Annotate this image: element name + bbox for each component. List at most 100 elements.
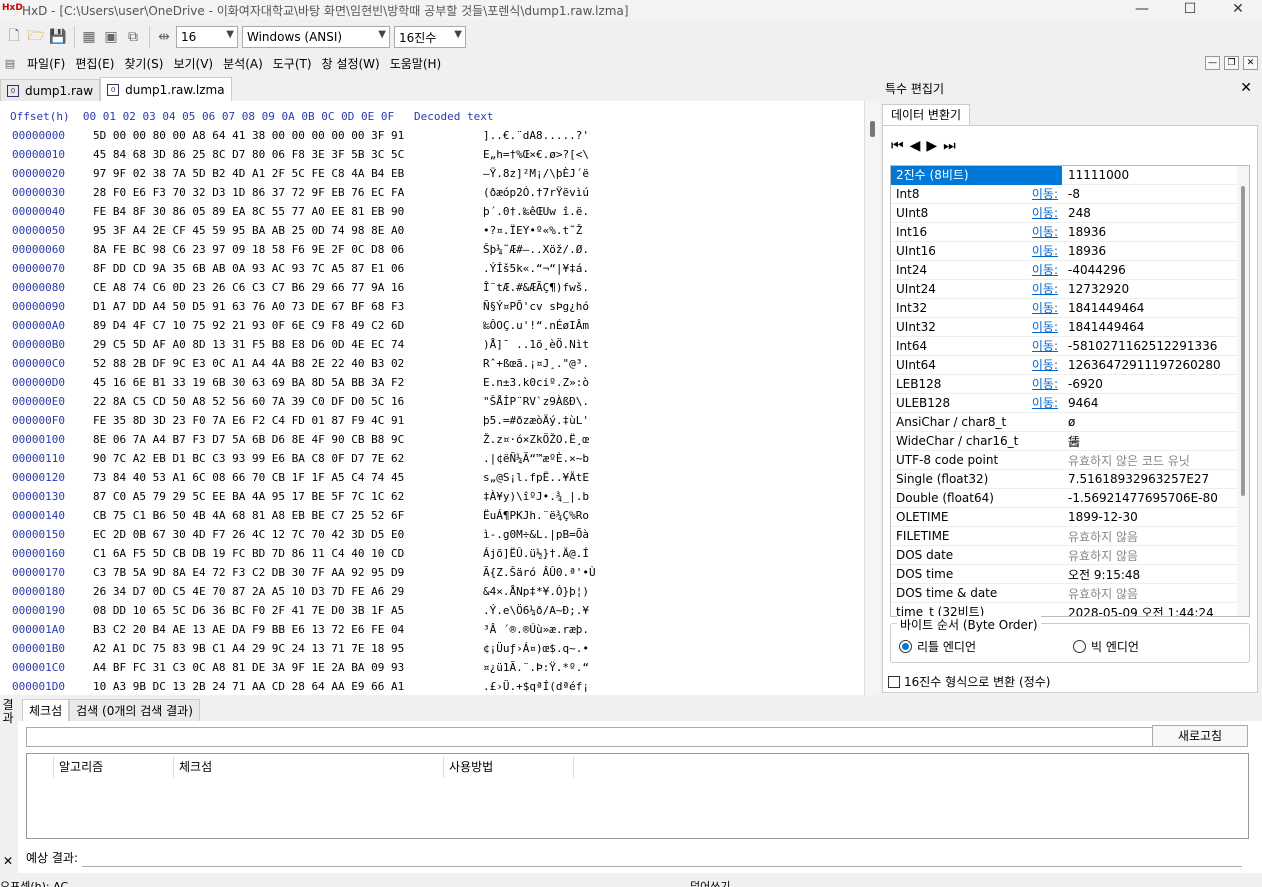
inspector-value[interactable]: 유효하지 않음 xyxy=(1062,528,1249,545)
inspector-row[interactable]: UInt24 이동: 12732920 xyxy=(891,280,1249,299)
inspector-value[interactable]: -8 xyxy=(1062,187,1249,201)
row-bytes[interactable]: C3 7B 5A 9D 8A E4 72 F3 C2 DB 30 7F AA 9… xyxy=(93,563,483,582)
row-decoded-text[interactable]: Ã{Z.Šäró ÂÛ0.ª'•Ù xyxy=(483,563,596,582)
hex-row[interactable]: 00000000 5D 00 00 80 00 A8 64 41 38 00 00… xyxy=(12,126,589,145)
inspector-value[interactable]: 18936 xyxy=(1062,225,1249,239)
goto-link[interactable]: 이동: xyxy=(1032,394,1058,413)
menu-file[interactable]: 파일(F) xyxy=(22,55,70,72)
inspector-row[interactable]: time_t (32비트) 2028-05-09 오전 1:44:24 xyxy=(891,603,1249,617)
row-bytes[interactable]: 8F DD CD 9A 35 6B AB 0A 93 AC 93 7C A5 8… xyxy=(93,259,483,278)
hex-row[interactable]: 000000E0 22 8A C5 CD 50 A8 52 56 60 7A 39… xyxy=(12,392,589,411)
inspector-value[interactable]: 18936 xyxy=(1062,244,1249,258)
row-decoded-text[interactable]: —Ÿ.8z]²M¡/\þÈJ´ë xyxy=(483,164,589,183)
inspector-value[interactable]: -1.56921477695706E-80 xyxy=(1062,491,1249,505)
inspector-scrollbar[interactable] xyxy=(1237,166,1249,616)
hex-row[interactable]: 00000010 45 84 68 3D 86 25 8C D7 80 06 F8… xyxy=(12,145,589,164)
inspector-value[interactable]: 12732920 xyxy=(1062,282,1249,296)
row-bytes[interactable]: 22 8A C5 CD 50 A8 52 56 60 7A 39 C0 DF D… xyxy=(93,392,483,411)
column-header-checksum[interactable]: 체크섬 xyxy=(179,758,212,775)
ram-editor-icon[interactable]: ▦ xyxy=(79,27,99,47)
row-bytes[interactable]: B3 C2 20 B4 AE 13 AE DA F9 BB E6 13 72 E… xyxy=(93,620,483,639)
hex-row[interactable]: 00000050 95 3F A4 2E CF 45 59 95 BA AB 25… xyxy=(12,221,589,240)
row-decoded-text[interactable]: .£›Ü.+$qªÍ(dªéf¡ xyxy=(483,677,589,695)
inspector-value[interactable]: 7.51618932963257E27 xyxy=(1062,472,1249,486)
inspector-row[interactable]: AnsiChar / char8_t ø xyxy=(891,413,1249,432)
row-decoded-text[interactable]: .Ý.e\Ö6¼ð/A~Ð;.¥ xyxy=(483,601,589,620)
row-decoded-text[interactable]: .|¢ëÑ¼Ã“™æºÈ.×~b xyxy=(483,449,589,468)
goto-link[interactable]: 이동: xyxy=(1032,375,1058,394)
row-decoded-text[interactable]: "ŠÅÍP¨RV`z9ÀßÐ\. xyxy=(483,392,589,411)
hex-row[interactable]: 00000130 87 C0 A5 79 29 5C EE BA 4A 95 17… xyxy=(12,487,589,506)
inspector-value[interactable]: 2028-05-09 오전 1:44:24 xyxy=(1062,604,1249,617)
goto-link[interactable]: 이동: xyxy=(1032,185,1058,204)
little-endian-radio[interactable]: 리틀 엔디언 xyxy=(899,638,976,655)
hex-row[interactable]: 00000060 8A FE BC 98 C6 23 97 09 18 58 F6… xyxy=(12,240,589,259)
row-decoded-text[interactable]: ]..€.¨dA8.....?' xyxy=(483,126,589,145)
inspector-row[interactable]: Int8 이동: -8 xyxy=(891,185,1249,204)
row-bytes[interactable]: D1 A7 DD A4 50 D5 91 63 76 A0 73 DE 67 B… xyxy=(93,297,483,316)
row-bytes[interactable]: 8E 06 7A A4 B7 F3 D7 5A 6B D6 8E 4F 90 C… xyxy=(93,430,483,449)
inspector-row[interactable]: DOS time 오전 9:15:48 xyxy=(891,565,1249,584)
row-decoded-text[interactable]: þ5.=#ðzæòÄý.‡ùL' xyxy=(483,411,589,430)
row-decoded-text[interactable]: Ž.z¤·ó×ZkÖŽO.Ë¸œ xyxy=(483,430,589,449)
inspector-value[interactable]: 오전 9:15:48 xyxy=(1062,566,1249,583)
hex-scrollbar[interactable] xyxy=(864,101,880,695)
inspector-row[interactable]: UInt32 이동: 1841449464 xyxy=(891,318,1249,337)
new-file-icon[interactable]: 🗋 xyxy=(4,27,24,47)
goto-link[interactable]: 이동: xyxy=(1032,242,1058,261)
row-bytes[interactable]: 5D 00 00 80 00 A8 64 41 38 00 00 00 00 0… xyxy=(93,126,483,145)
row-decoded-text[interactable]: E.n±3.k0ciº.Z»:ò xyxy=(483,373,589,392)
hex-row[interactable]: 00000140 CB 75 C1 B6 50 4B 4A 68 81 A8 EB… xyxy=(12,506,589,525)
hex-row[interactable]: 00000150 EC 2D 0B 67 30 4D F7 26 4C 12 7C… xyxy=(12,525,589,544)
row-bytes[interactable]: 08 DD 10 65 5C D6 36 BC F0 2F 41 7E D0 3… xyxy=(93,601,483,620)
inspector-value[interactable]: -5810271162512291336 xyxy=(1062,339,1249,353)
tab-search-results[interactable]: 검색 (0개의 검색 결과) xyxy=(69,699,200,721)
row-bytes[interactable]: 87 C0 A5 79 29 5C EE BA 4A 95 17 BE 5F 7… xyxy=(93,487,483,506)
first-icon[interactable]: ⏮ xyxy=(891,138,904,154)
column-header-usage[interactable]: 사용방법 xyxy=(449,758,493,775)
inspector-row[interactable]: ULEB128 이동: 9464 xyxy=(891,394,1249,413)
menu-edit[interactable]: 편집(E) xyxy=(70,55,119,72)
row-bytes[interactable]: FE 35 8D 3D 23 F0 7A E6 F2 C4 FD 01 87 F… xyxy=(93,411,483,430)
row-decoded-text[interactable]: ì-.g0M÷&L.|pB=Õà xyxy=(483,525,589,544)
inspector-value[interactable]: 1841449464 xyxy=(1062,320,1249,334)
bytes-per-row-select[interactable]: 16 ▼ xyxy=(176,26,238,48)
row-decoded-text[interactable]: s„@S¡l.fpË..¥ÄtE xyxy=(483,468,589,487)
previous-icon[interactable]: ◀ xyxy=(910,138,921,154)
hex-row[interactable]: 000000B0 29 C5 5D AF A0 8D 13 31 F5 B8 E8… xyxy=(12,335,589,354)
doc-close-button[interactable]: ✕ xyxy=(1243,56,1258,70)
menu-help[interactable]: 도움말(H) xyxy=(385,55,447,72)
hex-row[interactable]: 00000030 28 F0 E6 F3 70 32 D3 1D 86 37 72… xyxy=(12,183,589,202)
hex-row[interactable]: 00000110 90 7C A2 EB D1 BC C3 93 99 E6 BA… xyxy=(12,449,589,468)
row-bytes[interactable]: 52 88 2B DF 9C E3 0C A1 A4 4A B8 2E 22 4… xyxy=(93,354,483,373)
row-bytes[interactable]: C1 6A F5 5D CB DB 19 FC BD 7D 86 11 C4 4… xyxy=(93,544,483,563)
row-bytes[interactable]: FE B4 8F 30 86 05 89 EA 8C 55 77 A0 EE 8… xyxy=(93,202,483,221)
hex-row[interactable]: 000001D0 10 A3 9B DC 13 2B 24 71 AA CD 28… xyxy=(12,677,589,695)
row-bytes[interactable]: 73 84 40 53 A1 6C 08 66 70 CB 1F 1F A5 C… xyxy=(93,468,483,487)
row-bytes[interactable]: 89 D4 4F C7 10 75 92 21 93 0F 6E C9 F8 4… xyxy=(93,316,483,335)
offset-base-select[interactable]: 16진수 ▼ xyxy=(394,26,466,48)
row-decoded-text[interactable]: ‡À¥y)\îºJ•.¾_|.b xyxy=(483,487,589,506)
inspector-row[interactable]: WideChar / char16_t 䣸 xyxy=(891,432,1249,451)
row-decoded-text[interactable]: E„h=†%Œ×€.ø>?[<\ xyxy=(483,145,589,164)
goto-link[interactable]: 이동: xyxy=(1032,337,1058,356)
inspector-row[interactable]: OLETIME 1899-12-30 xyxy=(891,508,1249,527)
inspector-row[interactable]: UInt8 이동: 248 xyxy=(891,204,1249,223)
tab-dump1-raw-lzma[interactable]: 0 dump1.raw.lzma xyxy=(100,77,232,101)
inspector-value[interactable]: 12636472911197260280 xyxy=(1062,358,1249,372)
row-decoded-text[interactable]: þ´.0†.‰êŒUw î.ë. xyxy=(483,202,589,221)
inspector-value[interactable]: 유효하지 않음 xyxy=(1062,585,1249,602)
row-bytes[interactable]: 29 C5 5D AF A0 8D 13 31 F5 B8 E8 D6 0D 4… xyxy=(93,335,483,354)
close-icon[interactable]: ✕ xyxy=(3,854,13,868)
hex-row[interactable]: 00000080 CE A8 74 C6 0D 23 26 C6 C3 C7 B6… xyxy=(12,278,589,297)
inspector-value[interactable]: 유효하지 않은 코드 유닛 xyxy=(1062,452,1249,469)
last-icon[interactable]: ⏭ xyxy=(943,138,956,154)
hex-row[interactable]: 000000A0 89 D4 4F C7 10 75 92 21 93 0F 6E… xyxy=(12,316,589,335)
menu-analysis[interactable]: 분석(A) xyxy=(218,55,268,72)
row-bytes[interactable]: 26 34 D7 0D C5 4E 70 87 2A A5 10 D3 7D F… xyxy=(93,582,483,601)
row-bytes[interactable]: CE A8 74 C6 0D 23 26 C6 C3 C7 B6 29 66 7… xyxy=(93,278,483,297)
inspector-row[interactable]: UTF-8 code point 유효하지 않은 코드 유닛 xyxy=(891,451,1249,470)
inspector-row[interactable]: UInt16 이동: 18936 xyxy=(891,242,1249,261)
goto-link[interactable]: 이동: xyxy=(1032,261,1058,280)
inspector-row[interactable]: Int24 이동: -4044296 xyxy=(891,261,1249,280)
